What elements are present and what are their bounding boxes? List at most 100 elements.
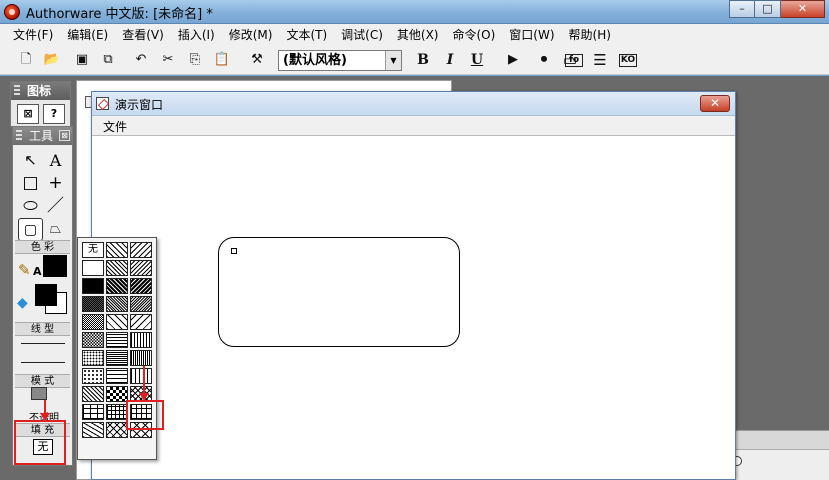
run-icon[interactable]: ▶ — [503, 50, 523, 70]
chevron-down-icon[interactable]: ▼ — [385, 51, 401, 70]
fill-pattern-option[interactable] — [130, 350, 152, 366]
fill-pattern-option[interactable] — [106, 332, 128, 348]
tools-panel-title: 工具 — [29, 129, 54, 143]
tools-panel-title-bar[interactable]: 工具 ⊠ — [13, 127, 72, 145]
menu-view[interactable]: 查看(V) — [115, 26, 171, 43]
fill-pattern-option[interactable] — [82, 260, 104, 276]
fill-pattern-option[interactable] — [82, 368, 104, 384]
pointer-tool-icon[interactable]: ↖ — [18, 149, 43, 172]
annotation-pattern-highlight — [126, 400, 164, 430]
fill-pattern-none[interactable]: 无 — [82, 242, 104, 258]
fill-pattern-option[interactable] — [106, 368, 128, 384]
presentation-window-icon — [96, 97, 109, 110]
grip-icon[interactable] — [16, 130, 22, 142]
save-all-icon[interactable]: ▣ — [72, 50, 92, 70]
fill-pattern-option[interactable] — [106, 296, 128, 312]
fill-pattern-option[interactable] — [130, 332, 152, 348]
fill-pattern-option[interactable] — [82, 332, 104, 348]
fill-pattern-option[interactable] — [130, 260, 152, 276]
new-file-icon[interactable]: 🗋 — [16, 50, 36, 70]
fill-pattern-option[interactable] — [106, 314, 128, 330]
copy-icon[interactable]: ⎘ — [185, 50, 205, 70]
line-style-thin[interactable] — [21, 343, 65, 344]
straight-line-tool-icon[interactable]: + — [43, 172, 68, 195]
fill-pattern-option[interactable] — [82, 278, 104, 294]
find-icon[interactable]: ⚒ — [247, 50, 267, 70]
fill-pattern-option[interactable] — [82, 422, 104, 438]
ellipse-tool-icon[interactable]: ⬭ — [18, 195, 43, 218]
menu-text[interactable]: 文本(T) — [279, 26, 334, 43]
menu-window[interactable]: 窗口(W) — [502, 26, 561, 43]
fill-pattern-option[interactable] — [106, 350, 128, 366]
presentation-close-button[interactable]: ✕ — [700, 95, 730, 112]
fill-foreground-swatch[interactable] — [35, 284, 57, 306]
authorware-app-icon — [4, 4, 20, 20]
fill-pattern-option[interactable] — [130, 278, 152, 294]
menu-edit[interactable]: 编辑(E) — [60, 26, 115, 43]
fill-pattern-option[interactable] — [130, 296, 152, 312]
menu-help[interactable]: 帮助(H) — [562, 26, 618, 43]
presentation-canvas[interactable] — [92, 137, 735, 479]
line-style-section-label: 线 型 — [15, 322, 70, 336]
selection-handle[interactable] — [231, 248, 237, 254]
menu-modify[interactable]: 修改(M) — [222, 26, 280, 43]
presentation-title-bar[interactable]: 演示窗口 ✕ — [92, 92, 735, 116]
mode-section-label: 模 式 — [15, 374, 70, 388]
functions-icon[interactable]: fo — [565, 54, 583, 67]
fill-pattern-option[interactable] — [130, 242, 152, 258]
tools-panel-close-icon[interactable]: ⊠ — [59, 130, 70, 141]
fill-pattern-option[interactable] — [82, 386, 104, 402]
fill-pattern-option[interactable] — [130, 368, 152, 384]
diagonal-line-tool-icon[interactable]: ／ — [43, 195, 68, 218]
menu-file[interactable]: 文件(F) — [6, 26, 60, 43]
fill-pattern-option[interactable] — [130, 314, 152, 330]
minimize-button[interactable]: – — [729, 0, 755, 18]
fill-pattern-option[interactable] — [82, 404, 104, 420]
import-icon[interactable]: ⧉ — [98, 50, 118, 70]
variables-icon[interactable]: ☰ — [590, 50, 610, 70]
polygon-tool-icon[interactable]: ⏢ — [43, 218, 68, 241]
open-file-icon[interactable]: 📂 — [42, 50, 62, 70]
menu-command[interactable]: 命令(O) — [445, 26, 502, 43]
text-style-select[interactable]: (默认风格) ▼ — [278, 50, 402, 71]
grip-icon[interactable] — [14, 85, 20, 97]
app-title-bar[interactable]: Authorware 中文版: [未命名] * – □ ✕ — [0, 0, 829, 24]
fill-pattern-option[interactable] — [106, 422, 128, 438]
fill-pattern-option[interactable] — [106, 404, 128, 420]
control-panel-icon[interactable]: ⏺ — [534, 50, 554, 70]
bold-button[interactable]: B — [413, 50, 433, 70]
menu-bar: 文件(F) 编辑(E) 查看(V) 插入(I) 修改(M) 文本(T) 调试(C… — [0, 24, 829, 45]
fill-pattern-option[interactable] — [106, 278, 128, 294]
fill-pattern-option[interactable] — [106, 242, 128, 258]
line-color-swatch[interactable] — [43, 255, 67, 277]
cut-icon[interactable]: ✂ — [158, 50, 178, 70]
mode-swatch[interactable] — [31, 387, 47, 400]
text-tool-icon[interactable]: A — [43, 149, 68, 172]
presentation-menu-file[interactable]: 文件 — [103, 118, 127, 135]
fill-pattern-option[interactable] — [82, 296, 104, 312]
fill-pattern-option[interactable] — [82, 314, 104, 330]
paste-icon[interactable]: 📋 — [212, 50, 232, 70]
line-style-option[interactable] — [21, 362, 65, 363]
text-style-value: (默认风格) — [283, 53, 347, 68]
icon-palette-title: 图标 — [27, 84, 52, 98]
maximize-button[interactable]: □ — [755, 0, 781, 18]
undo-icon[interactable]: ↶ — [131, 50, 151, 70]
underline-button[interactable]: U — [467, 50, 487, 70]
icon-palette-title-bar[interactable]: 图标 — [11, 82, 70, 100]
fill-pattern-option[interactable] — [106, 260, 128, 276]
rounded-rectangle-tool-icon[interactable]: ▢ — [18, 218, 43, 241]
knowledge-objects-icon[interactable]: KO — [619, 54, 637, 67]
menu-debug[interactable]: 调试(C) — [334, 26, 390, 43]
menu-insert[interactable]: 插入(I) — [171, 26, 222, 43]
fill-pattern-option[interactable] — [82, 350, 104, 366]
rounded-rectangle-shape[interactable] — [218, 237, 460, 347]
presentation-window[interactable]: 演示窗口 ✕ 文件 — [91, 91, 736, 480]
display-icon[interactable]: ⊠ — [17, 104, 39, 124]
interaction-icon[interactable]: ? — [43, 104, 65, 124]
italic-button[interactable]: I — [440, 50, 460, 70]
rectangle-tool-icon[interactable]: □ — [18, 172, 43, 195]
menu-other[interactable]: 其他(X) — [390, 26, 446, 43]
fill-pattern-option[interactable] — [106, 386, 128, 402]
close-button[interactable]: ✕ — [781, 0, 825, 18]
